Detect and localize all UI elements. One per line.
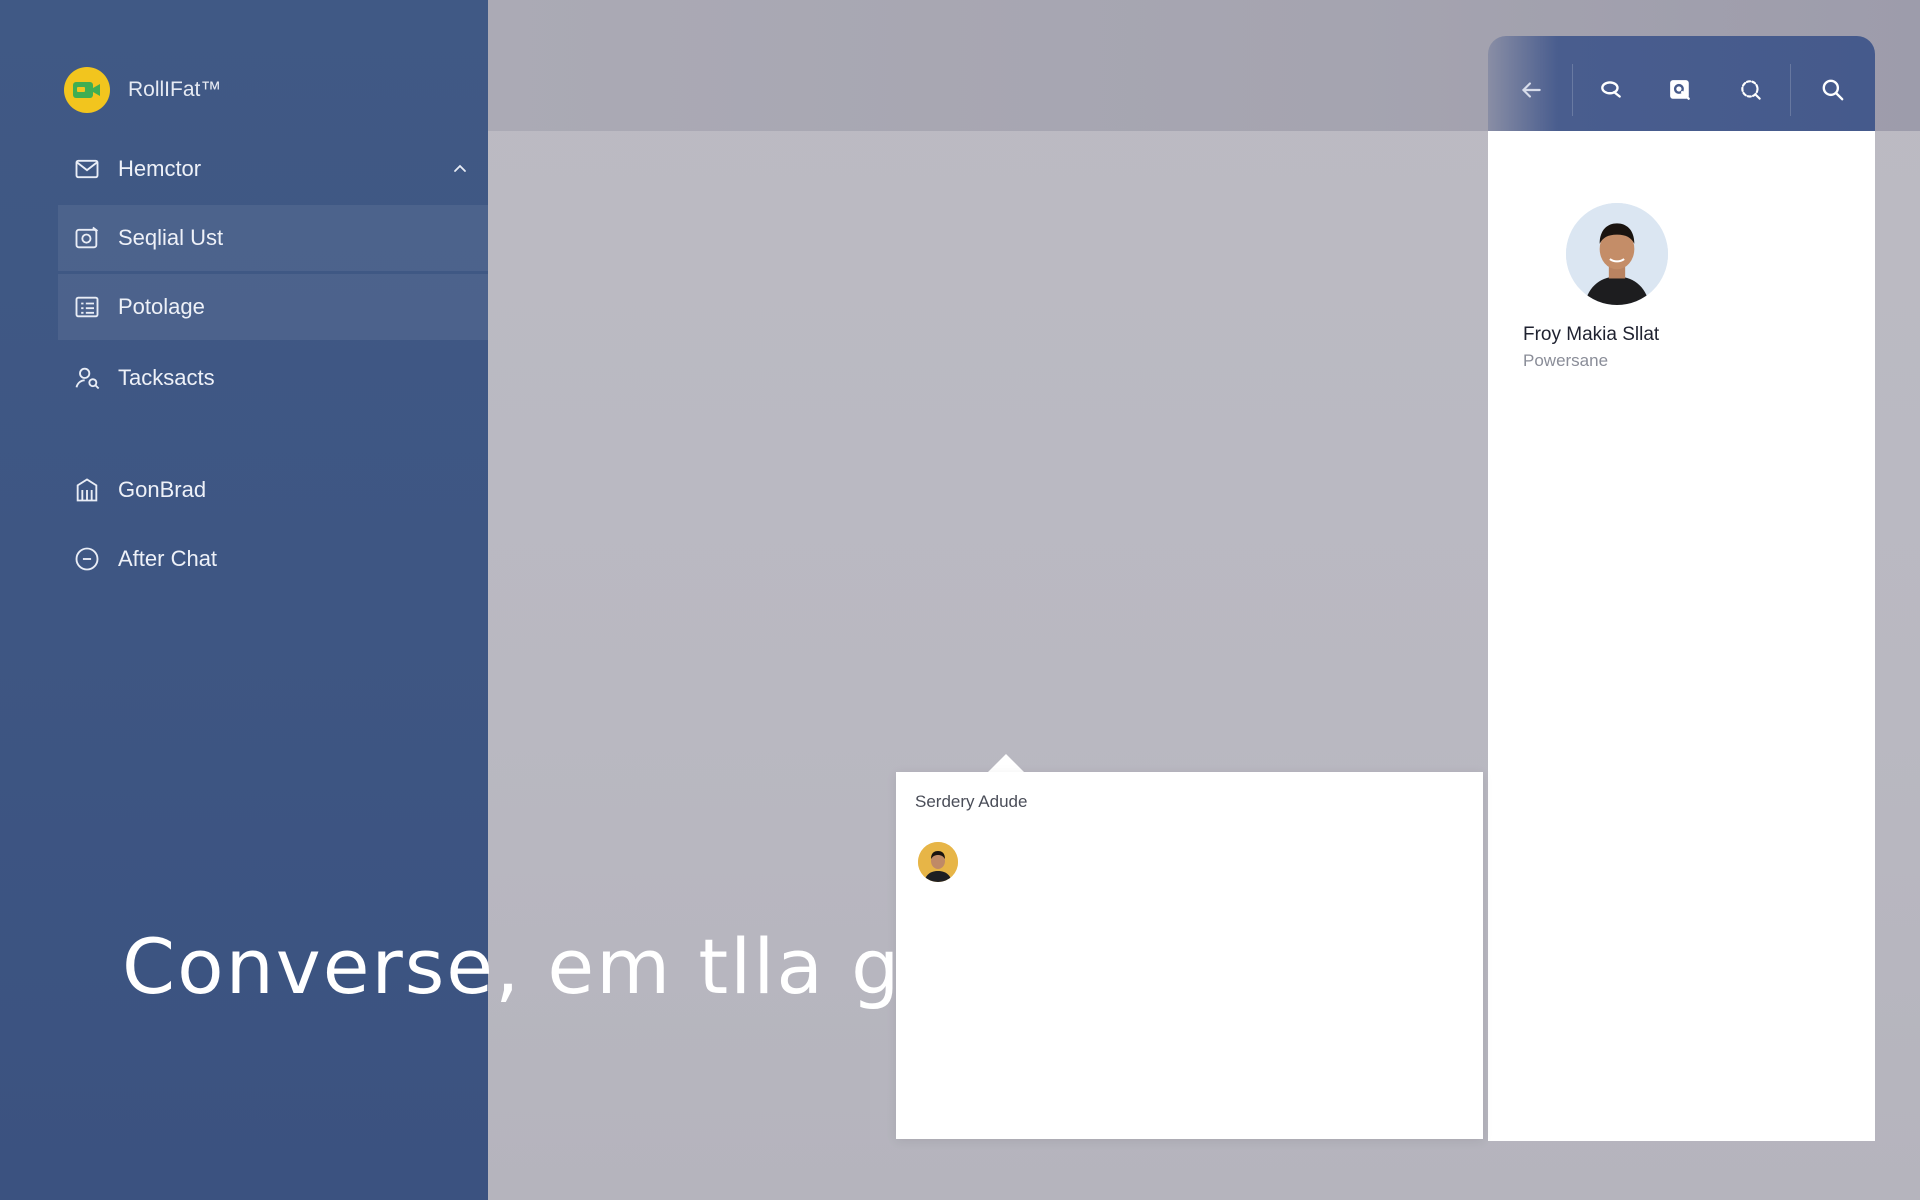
app-logo-icon	[64, 67, 110, 113]
sidebar-item-gonbrad[interactable]: GonBrad	[58, 457, 488, 523]
loading-search-icon[interactable]	[1733, 72, 1769, 108]
search-chat-icon[interactable]	[1593, 72, 1629, 108]
list-icon	[72, 292, 102, 322]
headline-main: Converse, em tlla g	[122, 922, 902, 1011]
search-icon[interactable]	[1815, 72, 1851, 108]
sidebar-item-label: GonBrad	[118, 477, 207, 502]
back-arrow-icon[interactable]	[1513, 72, 1549, 108]
toolbar-separator	[1572, 64, 1573, 116]
sidebar-item-label: Potolage	[118, 294, 205, 319]
headline-faded: rante	[901, 922, 1114, 1011]
popup-title: Serdery Adude	[915, 792, 1028, 811]
popup-avatar[interactable]	[918, 842, 958, 882]
sidebar-item-label: Hemctor	[118, 156, 202, 181]
profile-name: Froy Makia Sllat	[1523, 324, 1660, 345]
sidebar-item-label: Tacksacts	[118, 365, 215, 390]
profile-subtitle: Powersane	[1523, 351, 1609, 370]
profile-panel: Froy Makia Sllat Powersane	[1488, 131, 1875, 1141]
camera-icon	[72, 223, 102, 253]
popup-pointer	[988, 754, 1024, 772]
sidebar-item-after-chat[interactable]: After Chat	[58, 526, 488, 592]
sidebar-item-potolage[interactable]: Potolage	[58, 274, 488, 340]
sidebar: RollIFat™ Hemctor Seqlial Ust Potolage T…	[0, 0, 488, 1200]
chevron-up-icon[interactable]	[450, 158, 470, 178]
sidebar-item-label: Seqlial Ust	[118, 225, 224, 250]
app-name: RollIFat™	[128, 78, 222, 101]
sidebar-item-label: After Chat	[118, 546, 218, 571]
profile-avatar[interactable]	[1566, 203, 1668, 305]
sidebar-item-tacksacts[interactable]: Tacksacts	[58, 345, 488, 411]
people-search-icon	[72, 363, 102, 393]
toolbar-separator	[1790, 64, 1791, 116]
building-icon	[72, 475, 102, 505]
headline: Converse, em tlla grante	[122, 922, 1114, 1011]
sidebar-item-seqlial-ust[interactable]: Seqlial Ust	[58, 205, 488, 271]
mail-icon	[72, 154, 102, 184]
sidebar-item-hemctor[interactable]: Hemctor	[58, 136, 488, 202]
chat-bubble-icon	[72, 544, 102, 574]
search-doc-icon[interactable]	[1662, 72, 1698, 108]
